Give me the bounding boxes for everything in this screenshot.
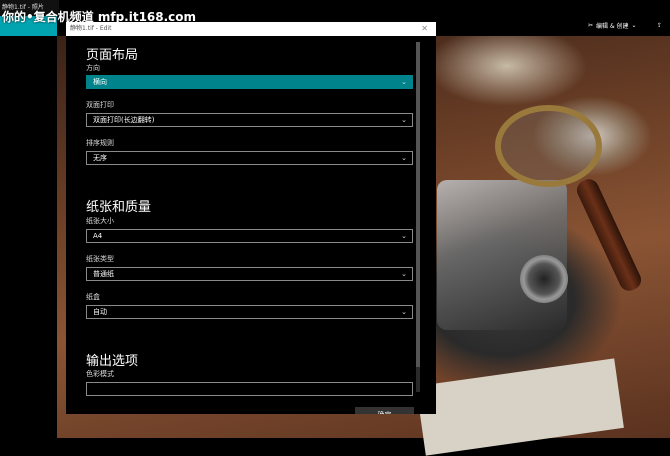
dialog-title: 静物1.tif - Edit: [70, 25, 112, 32]
ok-button[interactable]: 确定: [355, 407, 414, 414]
section-page-layout: 页面布局: [86, 48, 139, 63]
duplex-select[interactable]: 双面打印(长边翻转) ⌄: [86, 113, 413, 127]
paper-size-value: A4: [93, 232, 103, 240]
orientation-select[interactable]: 横向 ⌄: [86, 75, 413, 89]
chevron-down-icon: ⌄: [401, 116, 407, 124]
chevron-down-icon: ⌄: [401, 270, 407, 278]
edit-create-label: 编辑 & 创建: [596, 22, 629, 30]
orientation-value: 横向: [93, 78, 107, 86]
tray-select[interactable]: 自动 ⌄: [86, 305, 413, 319]
tray-value: 自动: [93, 308, 107, 316]
dialog-title-bar: 静物1.tif - Edit ✕: [66, 22, 436, 36]
left-pane: [0, 36, 57, 438]
duplex-value: 双面打印(长边翻转): [93, 116, 155, 124]
section-paper-quality: 纸张和质量: [86, 200, 152, 215]
section-output-options: 输出选项: [86, 354, 139, 369]
scrollbar[interactable]: [416, 42, 420, 392]
paper-type-label: 纸张类型: [86, 255, 114, 263]
paper-type-value: 普通纸: [93, 270, 114, 278]
paper-size-label: 纸张大小: [86, 217, 114, 225]
dialog-body: 页面布局 方向 横向 ⌄ 双面打印 双面打印(长边翻转) ⌄ 排序规则 无序 ⌄…: [66, 36, 436, 414]
paper-size-select[interactable]: A4 ⌄: [86, 229, 413, 243]
close-icon[interactable]: ✕: [421, 22, 428, 36]
collation-value: 无序: [93, 154, 107, 162]
share-icon: ⇪: [657, 21, 663, 29]
collation-select[interactable]: 无序 ⌄: [86, 151, 413, 165]
share-button[interactable]: ⇪: [657, 18, 662, 32]
edit-create-button[interactable]: ✂ 编辑 & 创建 ⌄: [588, 18, 637, 32]
edit-icon: ✂: [588, 21, 594, 29]
chevron-down-icon: ⌄: [401, 154, 407, 162]
chevron-down-icon: ⌄: [401, 232, 407, 240]
background-photo-magnifier: [495, 105, 602, 187]
chevron-down-icon: ⌄: [631, 21, 637, 29]
collation-label: 排序规则: [86, 139, 114, 147]
color-mode-label: 色彩模式: [86, 370, 114, 378]
paper-type-select[interactable]: 普通纸 ⌄: [86, 267, 413, 281]
duplex-label: 双面打印: [86, 101, 114, 109]
tray-label: 纸盒: [86, 293, 100, 301]
chevron-down-icon: ⌄: [401, 308, 407, 316]
orientation-label: 方向: [86, 64, 100, 72]
print-dialog: 静物1.tif - Edit ✕ 页面布局 方向 横向 ⌄ 双面打印 双面打印(…: [66, 22, 436, 414]
chevron-down-icon: ⌄: [401, 78, 407, 86]
scrollbar-thumb[interactable]: [416, 42, 420, 367]
background-photo-lens: [520, 255, 568, 303]
color-mode-select[interactable]: [86, 382, 413, 396]
